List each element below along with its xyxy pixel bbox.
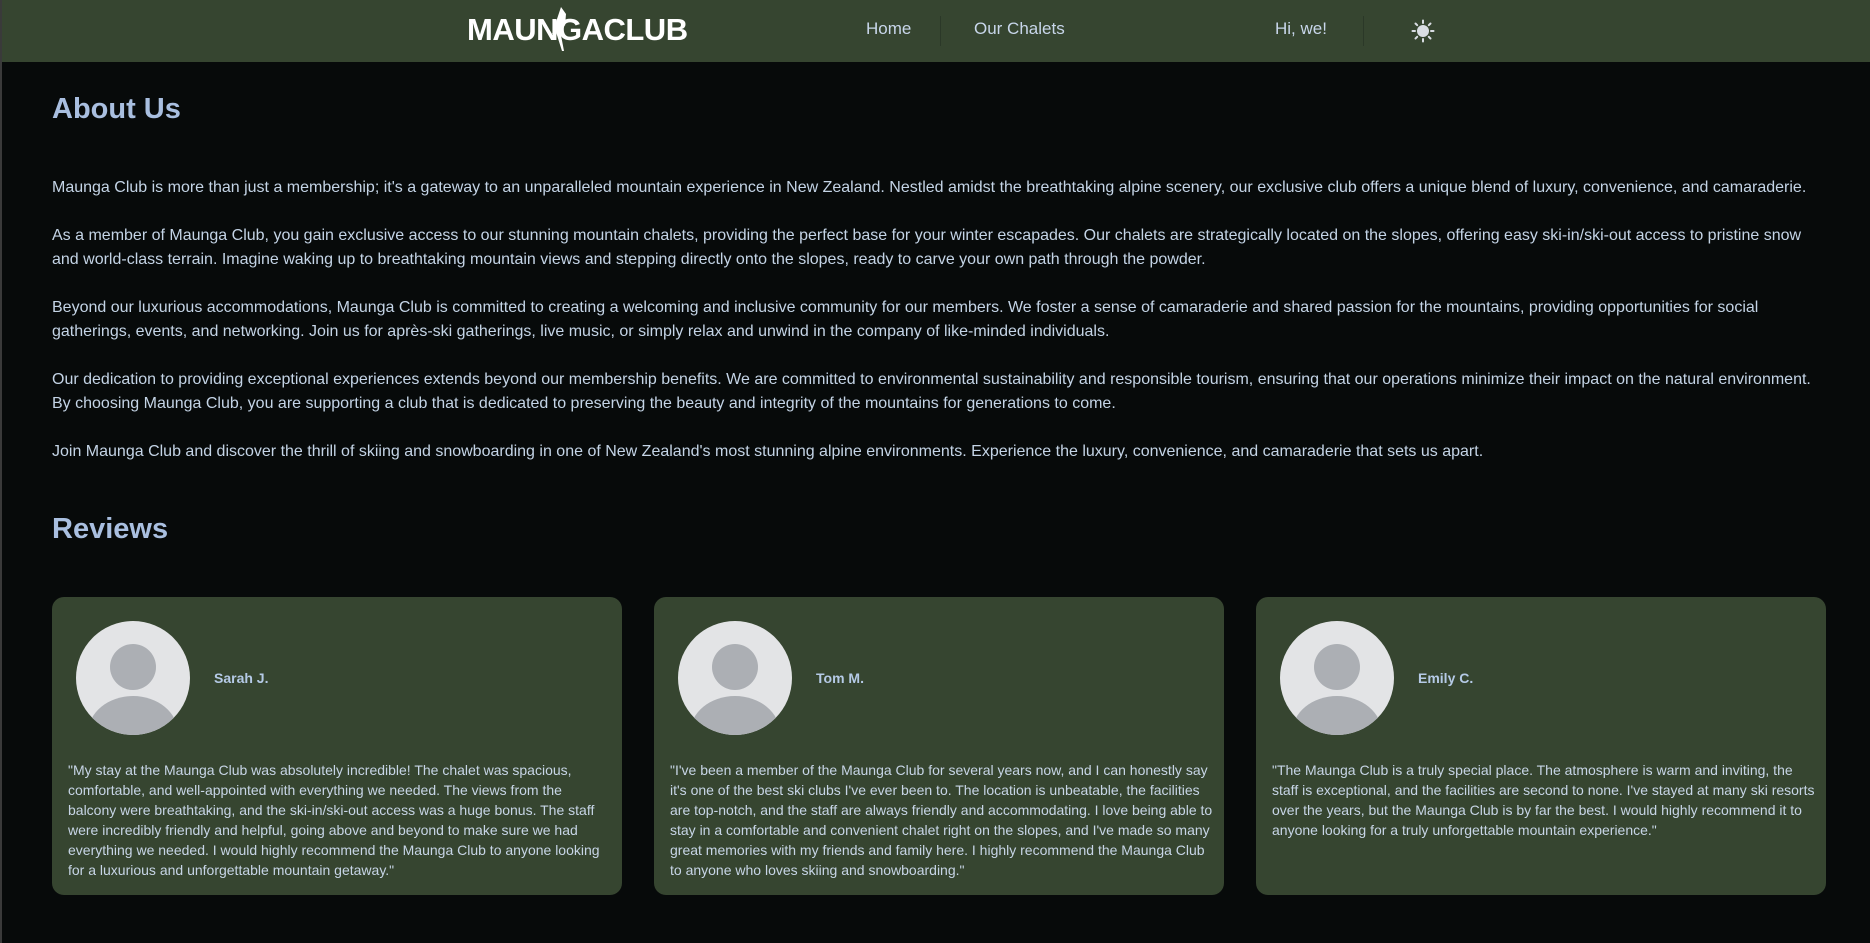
about-paragraph: Our dedication to providing exceptional … [52,371,1811,412]
sun-icon [1411,19,1435,43]
reviews-heading: Reviews [52,513,169,545]
review-text: "I've been a member of the Maunga Club f… [670,762,1213,878]
about-paragraph: As a member of Maunga Club, you gain exc… [52,227,1802,268]
user-greeting-link[interactable]: Hi, we! [1275,19,1327,39]
about-paragraph: Beyond our luxurious accommodations, Mau… [52,299,1759,340]
avatar [1280,621,1394,735]
navbar: MAUNGACLUB Home Our Chalets Hi, we! [2,0,1870,62]
about-us-content: Maunga Club is more than just a membersh… [52,176,1822,488]
review-card: Emily C. "The Maunga Club is a truly spe… [1256,597,1826,895]
nav-divider [940,16,941,46]
logo-text: MAUNGACLUB [467,12,688,47]
avatar [678,621,792,735]
theme-toggle-button[interactable] [1411,19,1435,43]
reviewer-name: Emily C. [1418,670,1474,686]
about-paragraph: Maunga Club is more than just a membersh… [52,179,1807,196]
maunga-club-logo[interactable]: MAUNGACLUB [467,4,688,54]
nav-our-chalets-link[interactable]: Our Chalets [974,19,1065,39]
review-card: Sarah J. "My stay at the Maunga Club was… [52,597,622,895]
avatar [76,621,190,735]
nav-home-link[interactable]: Home [866,19,911,39]
user-avatar-icon [88,644,178,735]
about-paragraph: Join Maunga Club and discover the thrill… [52,443,1484,460]
user-avatar-icon [1292,644,1382,735]
reviews-list: Sarah J. "My stay at the Maunga Club was… [52,597,1826,895]
user-avatar-icon [690,644,780,735]
review-card: Tom M. "I've been a member of the Maunga… [654,597,1224,895]
nav-divider [1363,16,1364,46]
review-text: "My stay at the Maunga Club was absolute… [68,762,600,878]
about-us-heading: About Us [52,93,181,125]
reviewer-name: Tom M. [816,670,864,686]
review-text: "The Maunga Club is a truly special plac… [1272,762,1815,838]
reviewer-name: Sarah J. [214,670,269,686]
